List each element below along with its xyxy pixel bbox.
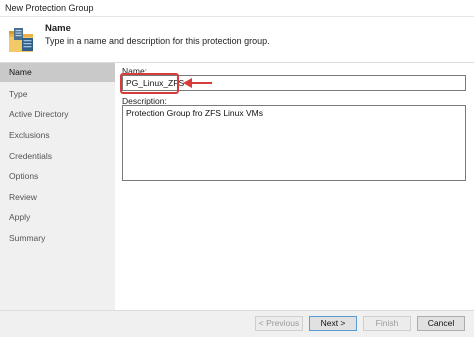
sidebar-item-label: Name — [9, 67, 32, 77]
title-bar: New Protection Group — [0, 0, 474, 17]
sidebar-item-label: Summary — [9, 233, 46, 243]
page-description: Type in a name and description for this … — [45, 36, 270, 46]
wizard-steps-sidebar: Name Type Active Directory Exclusions Cr… — [0, 63, 115, 310]
sidebar-item-review[interactable]: Review — [0, 188, 115, 207]
description-textarea[interactable]: Protection Group fro ZFS Linux VMs — [122, 105, 466, 181]
finish-button[interactable]: Finish — [363, 316, 411, 331]
sidebar-item-summary[interactable]: Summary — [0, 229, 115, 248]
sidebar-item-label: Options — [9, 171, 39, 181]
name-input[interactable] — [122, 75, 466, 91]
sidebar-item-options[interactable]: Options — [0, 167, 115, 186]
wizard-footer: < Previous Next > Finish Cancel — [0, 310, 474, 337]
sidebar-item-apply[interactable]: Apply — [0, 208, 115, 227]
wizard-header: Name Type in a name and description for … — [0, 17, 474, 63]
sidebar-item-label: Exclusions — [9, 130, 50, 140]
page-title: Name — [45, 23, 71, 34]
wizard-content: Name: Description: Protection Group fro … — [115, 63, 474, 310]
sidebar-item-credentials[interactable]: Credentials — [0, 147, 115, 166]
next-button[interactable]: Next > — [309, 316, 357, 331]
cancel-button[interactable]: Cancel — [417, 316, 465, 331]
sidebar-item-label: Apply — [9, 212, 31, 222]
previous-button[interactable]: < Previous — [255, 316, 303, 331]
arrow-left-icon — [183, 78, 212, 88]
sidebar-item-exclusions[interactable]: Exclusions — [0, 126, 115, 145]
sidebar-item-label: Review — [9, 192, 37, 202]
protection-group-folder-icon — [9, 28, 33, 52]
window-title: New Protection Group — [5, 3, 94, 13]
sidebar-item-label: Type — [9, 89, 28, 99]
sidebar-item-type[interactable]: Type — [0, 85, 115, 104]
sidebar-item-active-directory[interactable]: Active Directory — [0, 105, 115, 124]
sidebar-item-name[interactable]: Name — [0, 63, 115, 82]
sidebar-item-label: Active Directory — [9, 109, 69, 119]
sidebar-item-label: Credentials — [9, 151, 52, 161]
